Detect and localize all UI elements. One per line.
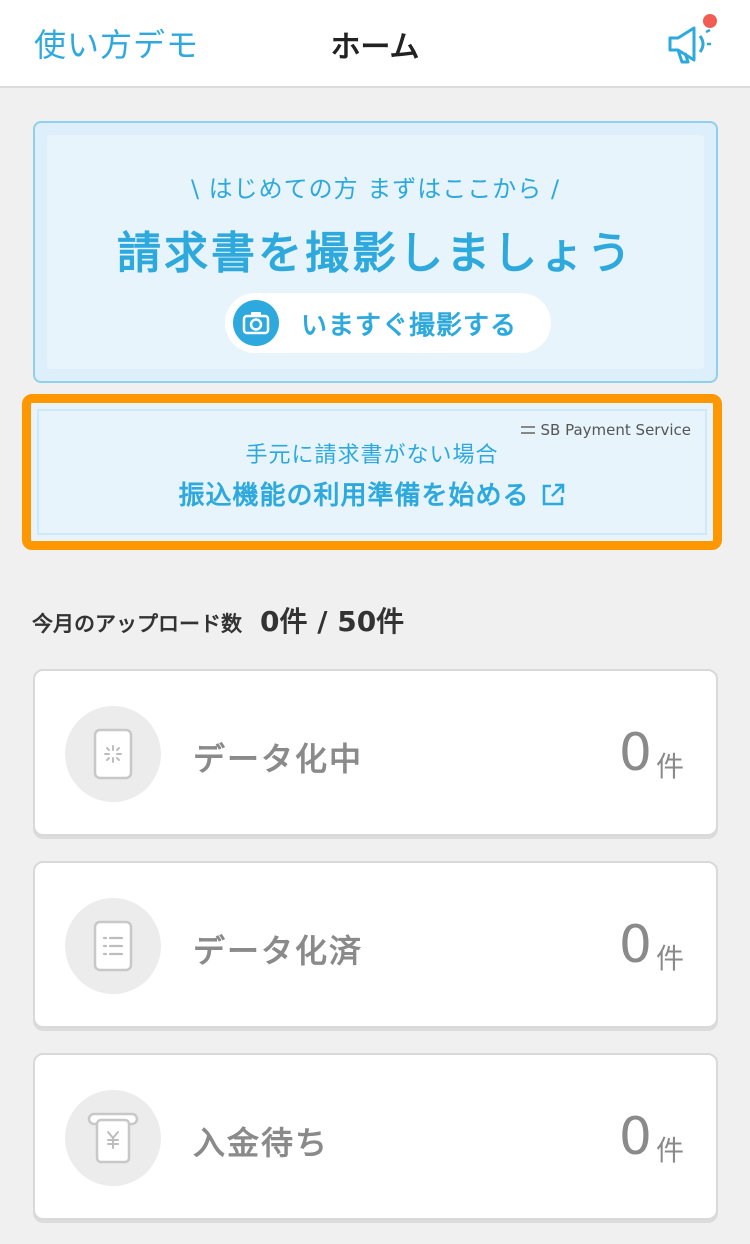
upload-count-value: 0件 / 50件 [260,605,405,638]
card-count: 0 [618,915,652,975]
external-link-icon [542,483,564,506]
transfer-setup-banner[interactable]: SB Payment Service 手元に請求書がない場合 振込機能の利用準備… [22,394,722,550]
notification-badge [703,14,717,28]
logo-lines-icon [520,426,535,434]
status-card-awaiting-payment[interactable]: 入金待ち 0 件 [33,1053,718,1220]
card-count: 0 [618,723,652,783]
transfer-link-text: 振込機能の利用準備を始める [178,481,530,511]
hero-subtitle: \ はじめての方 まずはここから / [190,175,561,203]
monthly-upload-count: 今月のアップロード数 0件 / 50件 [32,600,404,640]
list-document-icon [65,898,161,994]
card-unit: 件 [655,750,684,783]
card-label: 入金待ち [193,1124,330,1162]
page-title: ホーム [330,30,420,65]
hero-title: 請求書を撮影しましょう [117,228,634,279]
card-label: データ化中 [193,740,364,778]
hero-banner: \ はじめての方 まずはここから / 請求書を撮影しましょう いますぐ撮影する [33,121,718,383]
transfer-setup-link[interactable]: 振込機能の利用準備を始める [39,475,705,512]
status-card-processing[interactable]: データ化中 0 件 [33,669,718,836]
hero-inner: \ はじめての方 まずはここから / 請求書を撮影しましょう いますぐ撮影する [47,135,704,369]
card-label: データ化済 [193,932,364,970]
shoot-now-button[interactable]: いますぐ撮影する [225,293,551,353]
upload-count-label: 今月のアップロード数 [32,612,242,636]
status-card-completed[interactable]: データ化済 0 件 [33,861,718,1028]
card-unit: 件 [655,942,684,975]
processing-document-icon [65,706,161,802]
header: 使い方デモ ホーム [0,0,750,88]
card-unit: 件 [655,1134,684,1167]
transfer-inner: SB Payment Service 手元に請求書がない場合 振込機能の利用準備… [37,409,707,535]
shoot-now-label: いますぐ撮影する [301,310,518,341]
yen-receipt-icon [65,1090,161,1186]
card-count: 0 [618,1107,652,1167]
transfer-subtitle: 手元に請求書がない場合 [245,443,499,468]
camera-icon [233,300,279,346]
